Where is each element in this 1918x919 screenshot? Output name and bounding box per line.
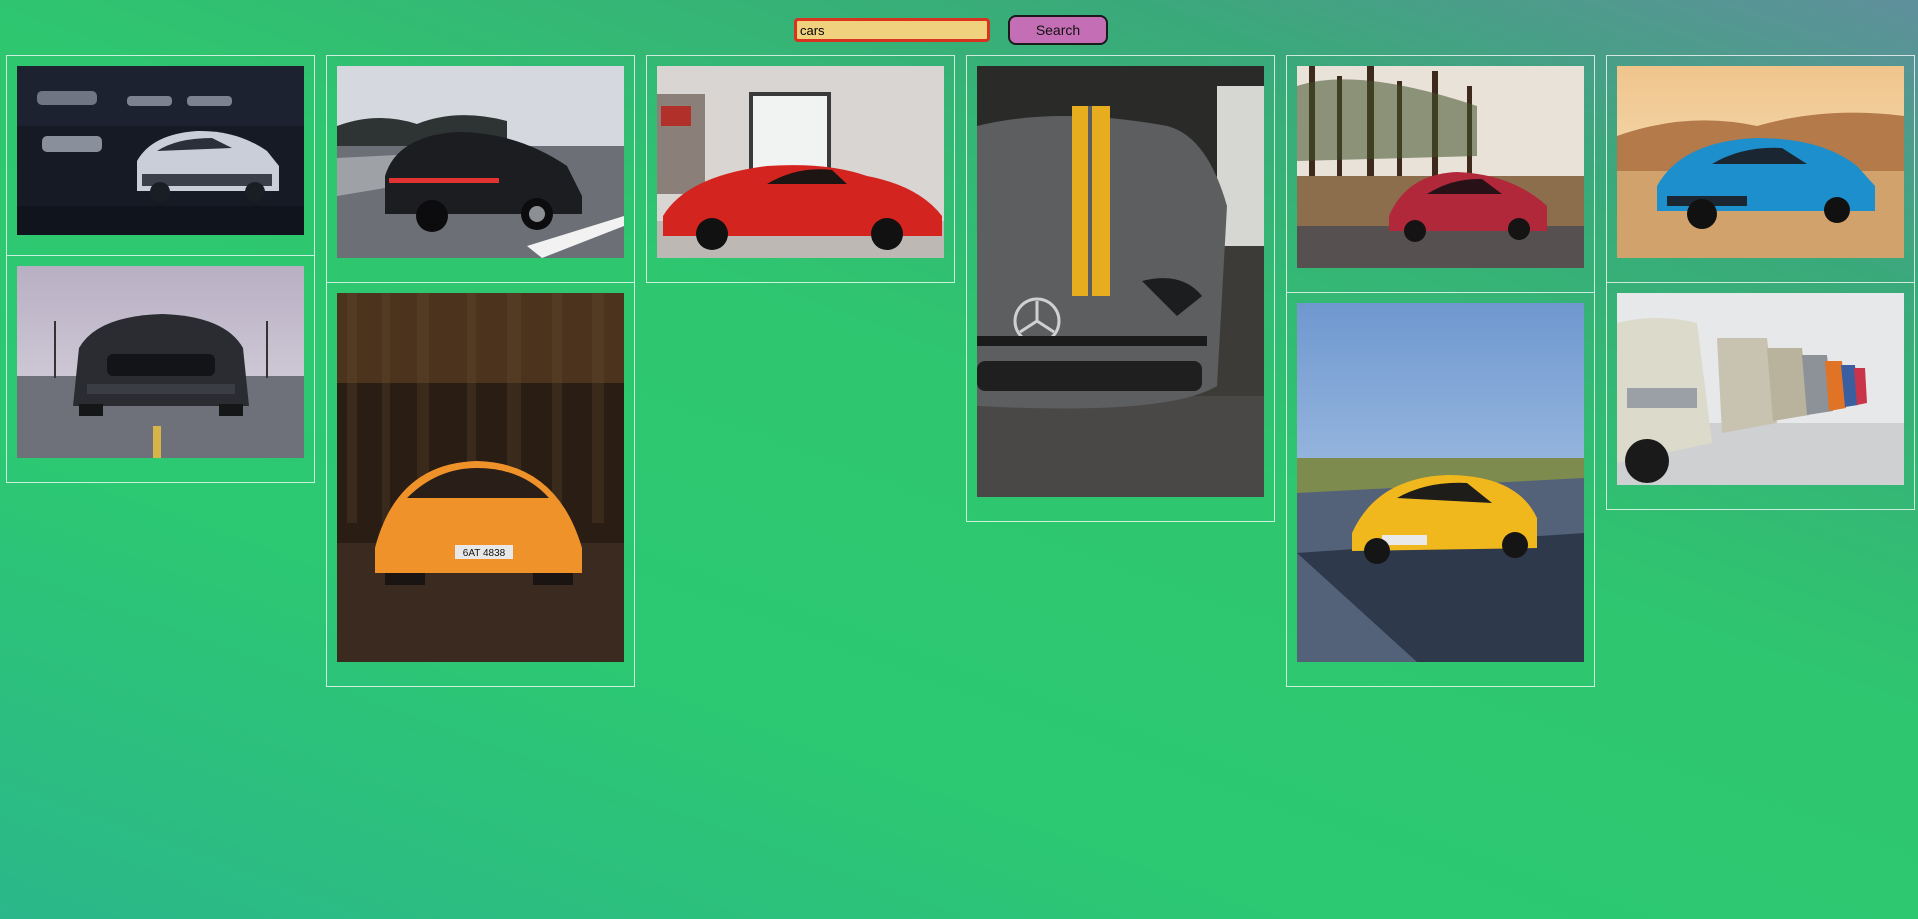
photo-card[interactable]	[326, 55, 635, 283]
gallery-column	[1286, 55, 1595, 687]
car-photo[interactable]	[17, 266, 304, 458]
gallery-column	[966, 55, 1275, 687]
car-photo[interactable]	[1617, 293, 1904, 485]
car-photo[interactable]	[657, 66, 944, 258]
photo-card[interactable]	[6, 256, 315, 483]
photo-card[interactable]	[1606, 283, 1915, 510]
gallery-column: 6AT 4838	[326, 55, 635, 687]
car-photo[interactable]	[1297, 303, 1584, 662]
gallery-column	[6, 55, 315, 687]
photo-card[interactable]	[1606, 55, 1915, 283]
image-gallery: 6AT 4838	[6, 55, 1915, 687]
photo-card[interactable]	[1286, 55, 1595, 293]
car-photo[interactable]	[337, 66, 624, 258]
photo-card[interactable]: 6AT 4838	[326, 283, 635, 687]
car-photo[interactable]	[977, 66, 1264, 497]
photo-card[interactable]	[646, 55, 955, 283]
car-photo[interactable]: 6AT 4838	[337, 293, 624, 662]
gallery-column	[1606, 55, 1915, 687]
search-bar: Search	[794, 15, 1108, 45]
car-photo[interactable]	[17, 66, 304, 235]
gallery-column	[646, 55, 955, 687]
search-button[interactable]: Search	[1008, 15, 1108, 45]
photo-card[interactable]	[1286, 293, 1595, 687]
photo-card[interactable]	[966, 55, 1275, 522]
car-photo[interactable]	[1297, 66, 1584, 268]
car-photo[interactable]	[1617, 66, 1904, 258]
license-plate: 6AT 4838	[463, 548, 506, 559]
search-input[interactable]	[794, 18, 990, 42]
photo-card[interactable]	[6, 55, 315, 256]
